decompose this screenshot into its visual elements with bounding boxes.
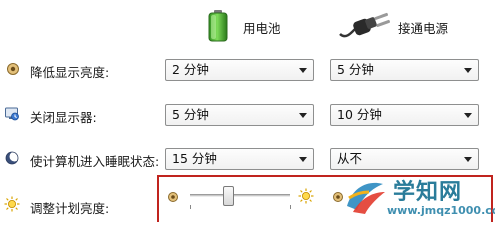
sleep-plugged-select[interactable]: 从不: [330, 148, 479, 170]
chevron-down-icon: [464, 68, 472, 73]
plugged-in-column-header: 接通电源: [338, 8, 478, 44]
battery-brightness-track[interactable]: [190, 194, 290, 197]
monitor-off-label: 关闭显示器:: [30, 110, 97, 125]
monitor-off-battery-value: 5 分钟: [172, 107, 209, 122]
battery-brightness-thumb[interactable]: [222, 186, 234, 206]
sleep-moon-icon: [5, 151, 19, 165]
dim-display-plugged-value: 5 分钟: [337, 62, 374, 77]
slider-tick: [190, 205, 191, 209]
chevron-down-icon: [464, 113, 472, 118]
monitor-off-battery-select[interactable]: 5 分钟: [165, 104, 314, 126]
dim-display-label: 降低显示亮度:: [30, 65, 110, 80]
brightness-high-icon: [298, 188, 314, 204]
battery-icon: [208, 10, 228, 42]
dim-display-battery-select[interactable]: 2 分钟: [165, 59, 314, 81]
watermark-logo-icon: [347, 182, 385, 214]
dim-display-battery-value: 2 分钟: [172, 62, 209, 77]
sleep-label: 使计算机进入睡眠状态:: [30, 154, 160, 169]
battery-column-header: 用电池: [208, 8, 308, 44]
power-plug-icon: [339, 12, 390, 38]
monitor-off-icon: [5, 107, 19, 121]
watermark: 学知网 www.jmqz1000.com: [343, 170, 495, 222]
watermark-url: www.jmqz1000.com: [387, 204, 495, 217]
monitor-off-plugged-value: 10 分钟: [337, 107, 382, 122]
dim-display-plugged-select[interactable]: 5 分钟: [330, 59, 479, 81]
sleep-battery-value: 15 分钟: [172, 151, 217, 166]
sleep-plugged-value: 从不: [337, 151, 363, 166]
chevron-down-icon: [464, 157, 472, 162]
chevron-down-icon: [299, 157, 307, 162]
dim-display-icon: [7, 63, 19, 75]
plugged-in-column-label: 接通电源: [398, 21, 449, 36]
chevron-down-icon: [299, 113, 307, 118]
battery-column-label: 用电池: [243, 21, 281, 36]
monitor-off-plugged-select[interactable]: 10 分钟: [330, 104, 479, 126]
sleep-battery-select[interactable]: 15 分钟: [165, 148, 314, 170]
brightness-sun-icon: [4, 196, 20, 212]
brightness-label: 调整计划亮度:: [30, 201, 110, 216]
watermark-site-name: 学知网: [393, 180, 463, 205]
slider-tick: [290, 205, 291, 209]
brightness-low-icon: [168, 192, 178, 202]
chevron-down-icon: [299, 68, 307, 73]
